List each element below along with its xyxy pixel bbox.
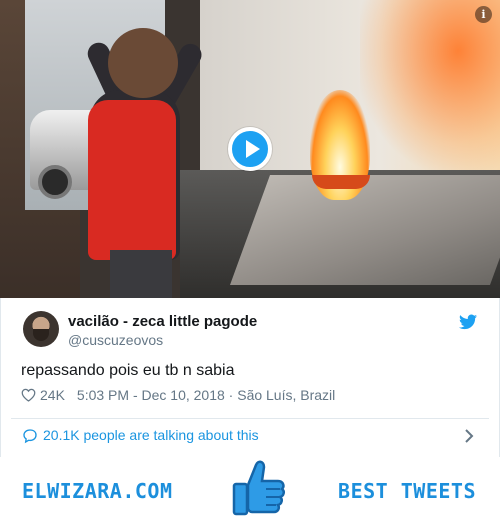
heart-icon[interactable]: [21, 388, 36, 402]
username[interactable]: @cuscuzeovos: [68, 332, 163, 348]
speech-bubble-icon: [23, 429, 37, 444]
likes-count[interactable]: 24K: [40, 387, 65, 403]
chevron-right-icon[interactable]: [464, 429, 474, 443]
site-name[interactable]: ELWIZARA.COM: [22, 479, 173, 503]
thumbs-up-icon: [232, 460, 285, 516]
play-icon: [246, 140, 260, 158]
play-button[interactable]: [228, 127, 272, 171]
tweet-text: repassando pois eu tb n sabia: [21, 362, 235, 379]
display-name[interactable]: vacilão - zeca little pagode: [68, 313, 257, 330]
tweet-video[interactable]: i: [0, 0, 500, 298]
avatar[interactable]: [23, 311, 59, 347]
twitter-bird-icon[interactable]: [459, 314, 477, 330]
tweet-meta: 24K 5:03 PM - Dec 10, 2018 · São Luís, B…: [21, 387, 335, 403]
divider: [11, 418, 489, 419]
conversation-link[interactable]: 20.1K people are talking about this: [0, 421, 500, 451]
info-icon[interactable]: i: [475, 6, 492, 23]
tweet-timestamp[interactable]: 5:03 PM - Dec 10, 2018 · São Luís, Brazi…: [77, 387, 335, 403]
conversation-text[interactable]: 20.1K people are talking about this: [43, 427, 259, 443]
branding-banner: ELWIZARA.COM BEST TWEETS: [0, 457, 500, 527]
best-tweets-label: BEST TWEETS: [338, 479, 476, 503]
